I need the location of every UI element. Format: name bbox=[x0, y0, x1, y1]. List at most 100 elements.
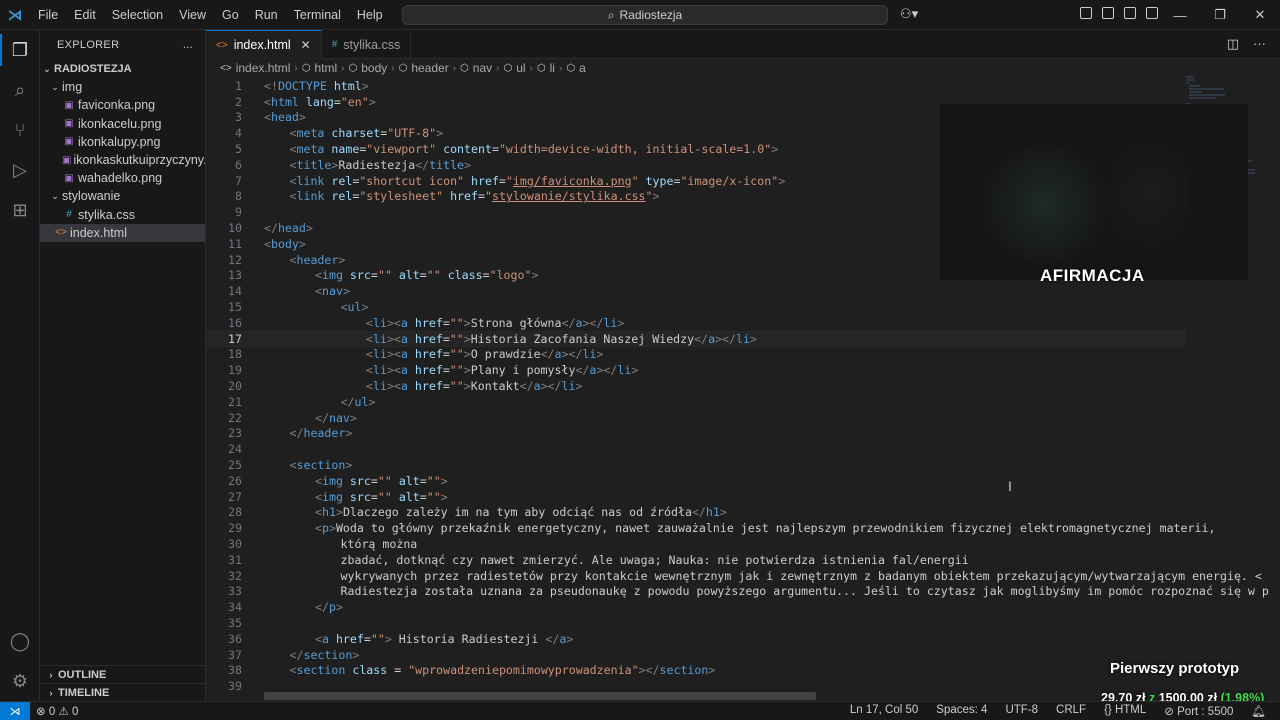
toggle-panel-icon[interactable] bbox=[1124, 7, 1136, 19]
code-line[interactable]: 27 <img src="" alt=""> bbox=[206, 489, 1186, 505]
breadcrumb-item[interactable]: a bbox=[579, 61, 586, 75]
breadcrumb-item[interactable]: nav bbox=[473, 61, 492, 75]
code-line[interactable]: 33 Radiestezja została uznana za pseudona… bbox=[206, 584, 1269, 600]
restore-icon[interactable]: ❐ bbox=[1200, 0, 1240, 30]
close-window-icon[interactable]: ✕ bbox=[1240, 0, 1280, 30]
source-control-icon[interactable]: ⑂ bbox=[0, 110, 40, 150]
file-item[interactable]: ▣ wahadelko.png bbox=[40, 169, 205, 187]
code-line[interactable]: 38 <section class = "wprowadzeniepomimowy… bbox=[206, 663, 1186, 679]
code-line[interactable]: 22 </nav> bbox=[206, 410, 1186, 426]
menu-item-edit[interactable]: Edit bbox=[66, 0, 104, 30]
code-line[interactable]: 35 bbox=[206, 615, 1186, 631]
code-line[interactable]: 32 wykrywanych przez radiestetów przy kon… bbox=[206, 568, 1262, 584]
code-line[interactable]: 24 bbox=[206, 441, 1186, 457]
close-tab-icon[interactable]: ✕ bbox=[301, 38, 311, 52]
customize-layout-icon[interactable] bbox=[1080, 7, 1092, 19]
breadcrumb-item[interactable]: html bbox=[314, 61, 337, 75]
command-center-search[interactable]: ⌕ Radiostezja bbox=[402, 5, 888, 25]
breadcrumb-item[interactable]: header bbox=[411, 61, 448, 75]
minimize-icon[interactable]: — bbox=[1160, 0, 1200, 30]
menu-item-run[interactable]: Run bbox=[247, 0, 286, 30]
code-line[interactable]: 25 <section> bbox=[206, 457, 1186, 473]
line-ending[interactable]: CRLF bbox=[1056, 704, 1086, 718]
code-line[interactable]: 16 <li><a href="">Strona główna</a></li> bbox=[206, 315, 1186, 331]
token: p bbox=[328, 600, 336, 615]
language-mode[interactable]: {} HTML bbox=[1104, 704, 1146, 718]
code-line[interactable]: 36 <a href=""> Historia Radiestezji </a> bbox=[206, 631, 1186, 647]
code-line[interactable]: 20 <li><a href="">Kontakt</a></li> bbox=[206, 378, 1186, 394]
menu-item-view[interactable]: View bbox=[171, 0, 214, 30]
encoding[interactable]: UTF-8 bbox=[1005, 704, 1038, 718]
remote-indicator-icon[interactable]: ⋊ bbox=[0, 701, 30, 720]
code-line[interactable]: 29 <p>Woda to główny przekaźnik energetyc… bbox=[206, 520, 1215, 536]
code-line[interactable]: 34 </p> bbox=[206, 599, 1186, 615]
settings-gear-icon[interactable]: ⚙ bbox=[0, 661, 40, 701]
token: < bbox=[264, 236, 271, 251]
token: " bbox=[505, 173, 513, 188]
code-line[interactable]: 26 <img src="" alt=""> bbox=[206, 473, 1186, 489]
problems-indicator[interactable]: ⊗ 0 ⚠ 0 bbox=[36, 704, 78, 718]
code-line[interactable]: 28 <h1>Dlaczego zależy im na tym aby odci… bbox=[206, 505, 1186, 521]
folder-img[interactable]: ⌄ img bbox=[40, 78, 205, 96]
menu-item-help[interactable]: Help bbox=[349, 0, 391, 30]
tab-index-html[interactable]: <> index.html ✕ bbox=[206, 30, 322, 59]
line-number: 31 bbox=[228, 552, 242, 567]
indentation[interactable]: Spaces: 4 bbox=[936, 704, 987, 718]
breadcrumb-item[interactable]: body bbox=[361, 61, 387, 75]
explorer-icon[interactable]: ❐ bbox=[0, 30, 40, 70]
code-line[interactable]: 1 <!DOCTYPE html> bbox=[206, 78, 1186, 94]
breadcrumb-item[interactable]: ul bbox=[516, 61, 525, 75]
workspace-root[interactable]: ⌄ RADIOSTEZJA bbox=[40, 60, 205, 78]
file-item[interactable]: # stylika.css bbox=[40, 206, 205, 224]
code-line[interactable]: 15 <ul> bbox=[206, 299, 1186, 315]
breadcrumb-item[interactable]: index.html bbox=[236, 61, 291, 75]
menu-item-go[interactable]: Go bbox=[214, 0, 247, 30]
more-actions-icon[interactable]: ... bbox=[183, 39, 193, 51]
toggle-secondary-sidebar-icon[interactable] bbox=[1146, 7, 1158, 19]
file-item[interactable]: ▣ikonkaskutkuiprzyczyny.p... bbox=[40, 151, 205, 169]
token: link bbox=[296, 189, 325, 204]
breadcrumb-item[interactable]: li bbox=[550, 61, 555, 75]
account-icon[interactable]: ◯ bbox=[0, 621, 40, 661]
folder-stylowanie[interactable]: ⌄ stylowanie bbox=[40, 187, 205, 205]
file-item[interactable]: ▣ ikonkacelu.png bbox=[40, 115, 205, 133]
code-line[interactable]: 23 </header> bbox=[206, 426, 1186, 442]
token: " bbox=[645, 189, 653, 204]
css-file-icon: # bbox=[66, 209, 72, 221]
line-number: 32 bbox=[228, 568, 242, 583]
extensions-icon[interactable]: ⊞ bbox=[0, 190, 40, 230]
toggle-sidebar-icon[interactable] bbox=[1102, 7, 1114, 19]
code-line[interactable]: 21 </ul> bbox=[206, 394, 1186, 410]
more-actions-icon[interactable]: ··· bbox=[1253, 36, 1266, 52]
run-debug-icon[interactable]: ▷ bbox=[0, 150, 40, 190]
cursor-position[interactable]: Ln 17, Col 50 bbox=[850, 704, 918, 718]
code-line[interactable]: 17 <li><a href="">Historia Zacofania Nasz… bbox=[206, 330, 1186, 347]
code-line[interactable]: 39 bbox=[206, 678, 1186, 694]
notifications-icon[interactable]: 🔔︎ bbox=[1251, 704, 1266, 718]
token: src bbox=[349, 489, 371, 504]
live-server-port[interactable]: ⊘ Port : 5500 bbox=[1164, 704, 1233, 718]
token: > bbox=[345, 426, 353, 441]
copilot-icon[interactable]: ⚇▾ bbox=[900, 6, 918, 22]
outline-section[interactable]: › OUTLINE bbox=[40, 665, 205, 683]
search-view-icon[interactable]: ⌕ bbox=[0, 70, 40, 110]
menu-item-file[interactable]: File bbox=[30, 0, 66, 30]
menu-item-selection[interactable]: Selection bbox=[104, 0, 171, 30]
code-line[interactable]: 19 <li><a href="">Plany i pomysły</a></li… bbox=[206, 362, 1186, 378]
token: </ bbox=[415, 157, 430, 172]
file-item[interactable]: ▣ faviconka.png bbox=[40, 96, 205, 114]
token: "" bbox=[426, 268, 441, 283]
token: > bbox=[436, 126, 444, 141]
code-line[interactable]: 14 <nav> bbox=[206, 283, 1186, 299]
menu-item-terminal[interactable]: Terminal bbox=[286, 0, 349, 30]
file-item[interactable]: <> index.html bbox=[40, 223, 205, 242]
code-line[interactable]: 37 </section> bbox=[206, 647, 1186, 663]
split-editor-icon[interactable]: ◫ bbox=[1227, 36, 1239, 52]
tab-stylika-css[interactable]: # stylika.css bbox=[322, 30, 412, 59]
code-line[interactable]: 31 zbadać, dotknąć czy nawet zmierzyć. Al… bbox=[206, 552, 1186, 568]
code-line[interactable]: 30 którą można bbox=[206, 536, 1186, 552]
timeline-section[interactable]: › TIMELINE bbox=[40, 683, 205, 701]
code-line[interactable]: 18 <li><a href="">O prawdzie</a></li> bbox=[206, 347, 1186, 363]
file-item[interactable]: ▣ ikonkalupy.png bbox=[40, 133, 205, 151]
